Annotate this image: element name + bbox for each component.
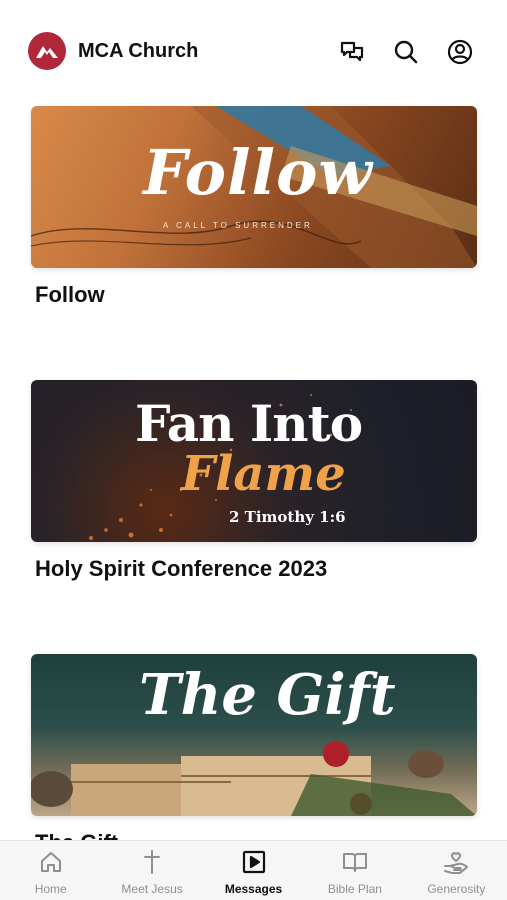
the-gift-banner-text: The Gift [139,662,396,728]
message-card-follow[interactable]: Follow A CALL TO SURRENDER Follow [31,106,477,308]
tab-home[interactable]: Home [0,841,101,900]
the-gift-banner-image[interactable]: The Gift [31,654,477,816]
giving-hand-icon [443,849,469,875]
tab-generosity[interactable]: Generosity [406,841,507,900]
tab-messages[interactable]: Messages [203,841,304,900]
account-icon[interactable] [446,38,474,66]
tab-label: Messages [224,882,283,896]
fan-into-banner-text: Fan Into [135,394,363,453]
tab-label: Meet Jesus [121,882,183,896]
home-icon [38,849,64,875]
follow-banner-subtitle: A CALL TO SURRENDER [163,221,313,230]
message-card-holy-spirit-conference[interactable]: Fan Into Flame 2 Timothy 1:6 Holy Spirit… [31,380,477,582]
bottom-tab-bar: Home Meet Jesus Messages Bible Plan Gene… [0,840,507,900]
message-card-the-gift[interactable]: The Gift The Gift [31,654,477,856]
tab-bible-plan[interactable]: Bible Plan [304,841,405,900]
play-icon [241,849,267,875]
book-icon [342,849,368,875]
card-title[interactable]: Follow [31,282,477,308]
mountain-logo-icon[interactable] [28,32,66,70]
search-icon[interactable] [392,38,420,66]
follow-banner-text: Follow [143,136,373,209]
tab-label: Bible Plan [327,882,382,896]
flame-banner-text: Flame [181,446,346,502]
fan-into-banner-subtitle: 2 Timothy 1:6 [229,508,346,526]
chat-icon[interactable] [338,38,366,66]
tab-label: Generosity [427,882,486,896]
fan-into-flame-banner-image[interactable]: Fan Into Flame 2 Timothy 1:6 [31,380,477,542]
card-title[interactable]: Holy Spirit Conference 2023 [31,556,477,582]
app-header: MCA Church [0,0,507,100]
app-title: MCA Church [78,40,199,62]
cross-icon [139,849,165,875]
follow-banner-image[interactable]: Follow A CALL TO SURRENDER [31,106,477,268]
tab-meet-jesus[interactable]: Meet Jesus [101,841,202,900]
tab-label: Home [34,882,67,896]
